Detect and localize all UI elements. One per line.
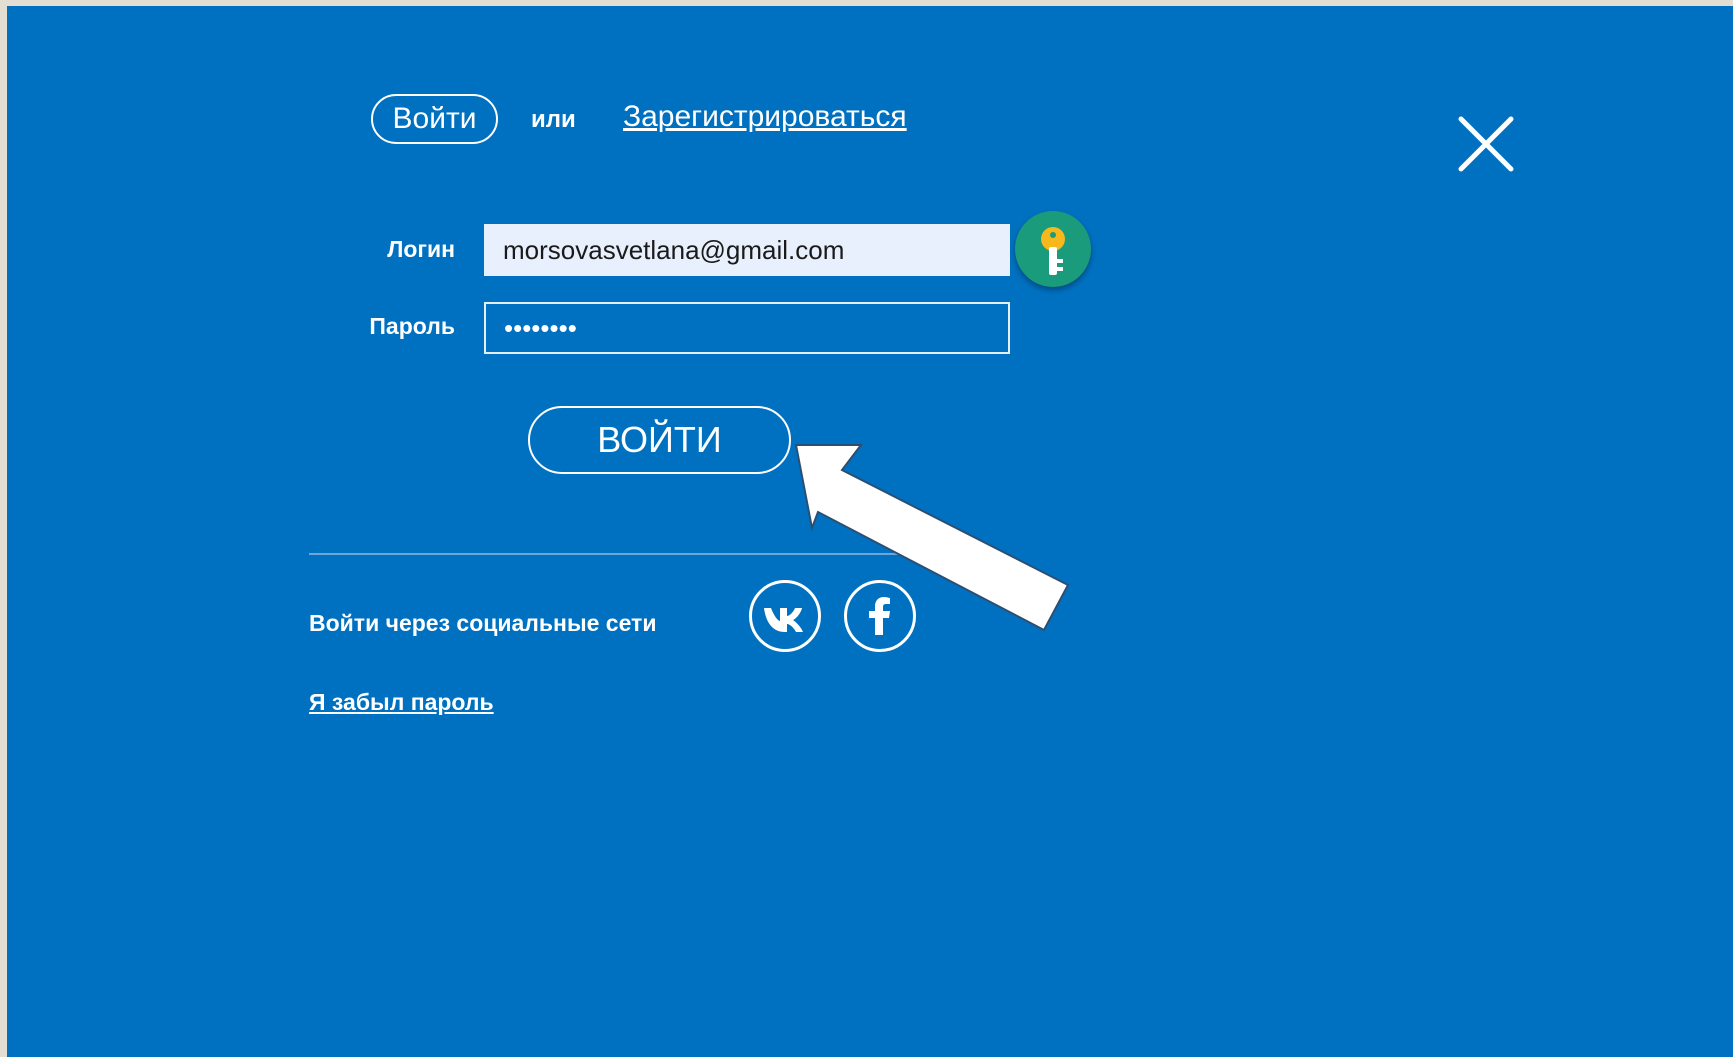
login-label: Логин: [387, 236, 455, 262]
vk-login-button[interactable]: [749, 580, 821, 652]
facebook-login-button[interactable]: [844, 580, 916, 652]
divider: [309, 553, 909, 555]
password-input[interactable]: [484, 302, 1010, 354]
register-link[interactable]: Зарегистрироваться: [623, 100, 907, 134]
forgot-password-link[interactable]: Я забыл пароль: [309, 689, 494, 716]
submit-login-button[interactable]: ВОЙТИ: [528, 406, 791, 474]
close-button[interactable]: [1456, 114, 1516, 174]
vk-icon: [764, 608, 803, 632]
password-label: Пароль: [369, 313, 455, 339]
login-input[interactable]: [484, 224, 1010, 276]
close-icon: [1458, 116, 1514, 172]
or-text: или: [531, 106, 576, 133]
key-icon: [1041, 227, 1065, 275]
login-tab[interactable]: Войти: [371, 94, 498, 144]
password-manager-button[interactable]: [1015, 211, 1091, 287]
social-login-label: Войти через социальные сети: [309, 610, 657, 636]
facebook-icon: [869, 597, 890, 635]
